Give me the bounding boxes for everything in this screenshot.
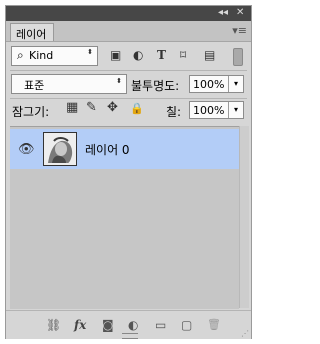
- panel-menu-icon[interactable]: ▾≡: [232, 25, 247, 36]
- opacity-label: 불투명도:: [131, 79, 180, 93]
- opacity-value: 100%: [193, 78, 225, 91]
- lock-transparent-pixels-icon[interactable]: ▦: [66, 100, 78, 115]
- add-mask-icon[interactable]: ◙: [102, 318, 114, 332]
- fill-dropdown-arrow-icon[interactable]: ▾: [228, 102, 243, 118]
- resize-grip[interactable]: [122, 333, 138, 339]
- delete-layer-icon[interactable]: 🗑: [207, 318, 221, 331]
- close-panel-icon[interactable]: ✕: [236, 7, 244, 19]
- new-group-icon[interactable]: ▭: [155, 318, 166, 332]
- fx-icon[interactable]: fx: [74, 318, 86, 332]
- filter-toggle-switch[interactable]: [233, 48, 243, 66]
- lock-position-icon[interactable]: ✥: [107, 100, 118, 115]
- fill-label: 칠:: [166, 105, 182, 119]
- opacity-dropdown-arrow-icon[interactable]: ▾: [228, 76, 243, 92]
- filter-adjustment-icon[interactable]: ◐: [133, 48, 143, 62]
- filter-smart-object-icon[interactable]: ▤: [204, 48, 215, 62]
- fill-value: 100%: [193, 104, 225, 117]
- layers-list: 👁 레이어 0: [10, 126, 239, 309]
- lock-label: 잠그기:: [12, 105, 50, 119]
- stepper-icon: ⬍: [87, 48, 93, 56]
- layer-row[interactable]: 👁 레이어 0: [10, 129, 239, 169]
- divider: [10, 70, 247, 71]
- collapse-panel-icon[interactable]: ◂◂: [218, 7, 228, 19]
- stepper-icon: ⬍: [116, 77, 122, 85]
- layer-name[interactable]: 레이어 0: [85, 141, 130, 158]
- layer-thumbnail: [43, 132, 77, 166]
- filter-kind-label: Kind: [29, 49, 54, 62]
- tab-layers[interactable]: 레이어: [10, 23, 54, 41]
- new-layer-icon[interactable]: ▢: [181, 318, 192, 332]
- layers-scrollbar[interactable]: [239, 126, 249, 308]
- opacity-field[interactable]: 100% ▾: [189, 75, 244, 93]
- filter-kind-dropdown[interactable]: ⌕ Kind ⬍: [11, 46, 98, 66]
- lock-all-icon[interactable]: 🔒: [130, 102, 144, 115]
- layers-footer: ⛓ fx ◙ ◐ ▭ ▢ 🗑 ⋰: [6, 310, 251, 339]
- link-layers-icon[interactable]: ⛓: [46, 318, 61, 332]
- fill-field[interactable]: 100% ▾: [189, 101, 244, 119]
- filter-row: ⌕ Kind ⬍ ▣ ◐ T ⌑ ▤: [6, 42, 251, 70]
- filter-image-icon[interactable]: ▣: [110, 48, 121, 62]
- eye-icon[interactable]: 👁: [18, 142, 35, 157]
- new-adjustment-icon[interactable]: ◐: [128, 318, 138, 332]
- filter-shape-icon[interactable]: ⌑: [180, 48, 186, 62]
- resize-corner-icon[interactable]: ⋰: [241, 329, 249, 338]
- blend-mode-dropdown[interactable]: 표준 ⬍: [11, 74, 127, 94]
- photo-thumbnail-icon: [44, 133, 76, 165]
- blend-mode-label: 표준: [24, 79, 45, 92]
- lock-image-pixels-icon[interactable]: ✎: [86, 100, 97, 115]
- layers-panel: ◂◂ ✕ 레이어 ▾≡ ⌕ Kind ⬍ ▣ ◐ T ⌑ ▤ 표준 ⬍ 불투명도…: [5, 5, 252, 339]
- divider: [10, 98, 247, 99]
- tab-bar: 레이어 ▾≡: [6, 21, 251, 42]
- filter-type-icon[interactable]: T: [157, 48, 166, 62]
- panel-title-strip: ◂◂ ✕: [6, 6, 251, 21]
- search-icon: ⌕: [17, 48, 24, 62]
